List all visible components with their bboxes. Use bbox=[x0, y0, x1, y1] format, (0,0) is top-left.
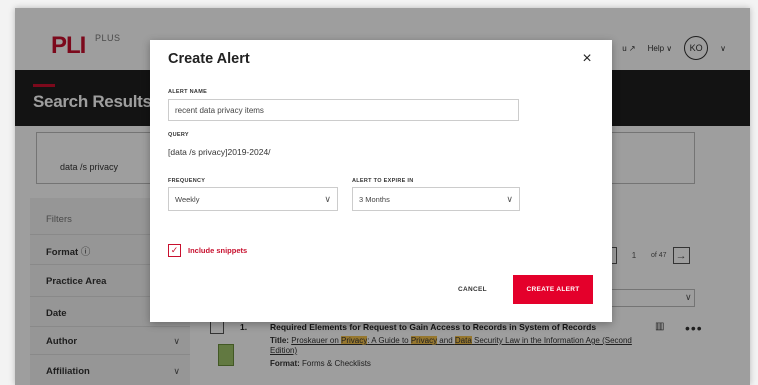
include-snippets-label[interactable]: Include snippets bbox=[188, 246, 247, 255]
query-label: QUERY bbox=[168, 132, 189, 138]
create-alert-button[interactable]: CREATE ALERT bbox=[513, 275, 593, 304]
alert-name-label: ALERT NAME bbox=[168, 89, 208, 95]
query-value: [data /s privacy]2019-2024/ bbox=[168, 147, 271, 157]
alert-name-input[interactable] bbox=[168, 99, 519, 121]
include-snippets-option[interactable]: ✓ Include snippets bbox=[168, 244, 247, 257]
include-snippets-checkbox[interactable]: ✓ bbox=[168, 244, 181, 257]
expire-select[interactable]: 3 Months ∨ bbox=[352, 187, 520, 211]
create-alert-dialog: Create Alert × ALERT NAME QUERY [data /s… bbox=[150, 40, 612, 322]
chevron-down-icon: ∨ bbox=[506, 193, 513, 204]
dialog-title: Create Alert bbox=[168, 51, 250, 67]
cancel-button[interactable]: CANCEL bbox=[458, 286, 487, 293]
frequency-selected-value: Weekly bbox=[175, 194, 200, 204]
expire-label: ALERT TO EXPIRE IN bbox=[352, 178, 414, 184]
frequency-select[interactable]: Weekly ∨ bbox=[168, 187, 338, 211]
chevron-down-icon: ∨ bbox=[324, 193, 331, 204]
expire-selected-value: 3 Months bbox=[359, 194, 390, 204]
close-icon[interactable]: × bbox=[578, 50, 596, 68]
screen: PLI PLUS u ↗ Help ∨ KO ∨ Search Results … bbox=[0, 0, 758, 385]
frequency-label: FREQUENCY bbox=[168, 178, 206, 184]
